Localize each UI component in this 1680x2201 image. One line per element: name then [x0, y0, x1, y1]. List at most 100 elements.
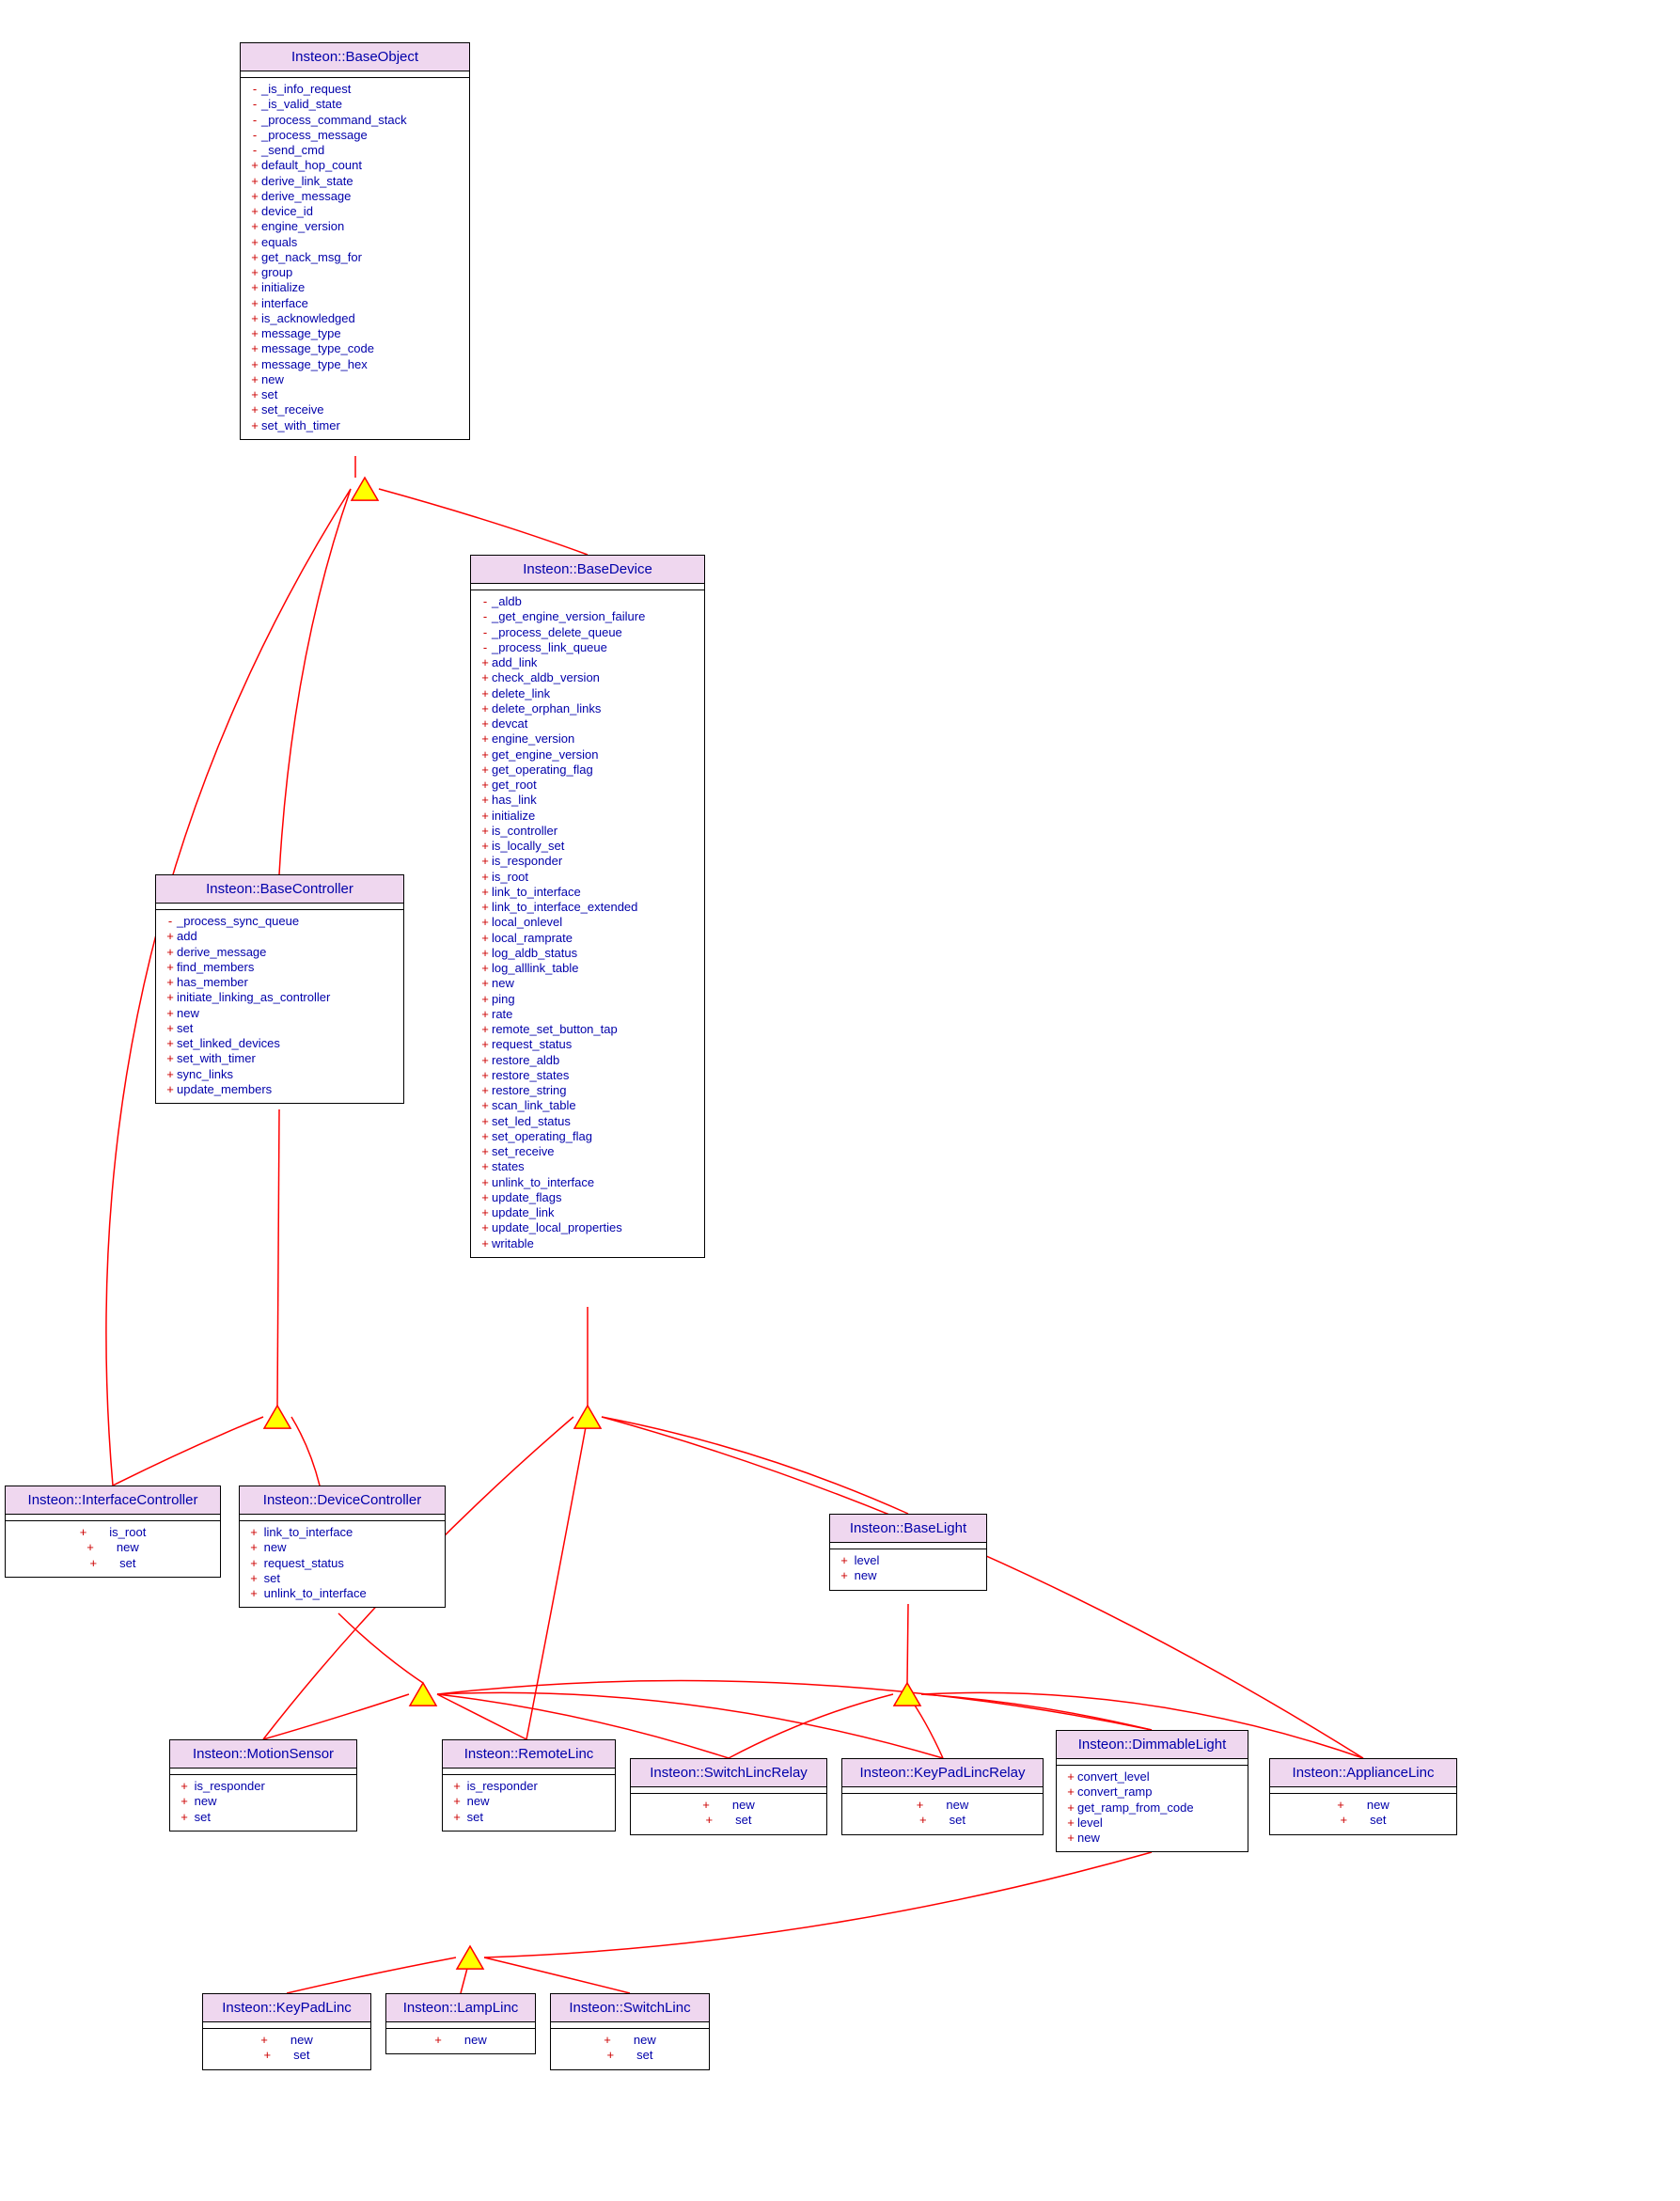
visibility-icon: - [248, 97, 261, 112]
member-name: new [732, 1798, 755, 1812]
class-separator [1270, 1787, 1456, 1794]
member-name: derive_message [261, 189, 351, 203]
member-name: new [1077, 1831, 1100, 1845]
visibility-icon: + [434, 2033, 442, 2048]
visibility-icon: + [479, 1129, 492, 1144]
member-name: is_root [492, 870, 528, 884]
member-line: -_process_sync_queue [158, 914, 401, 929]
visibility-icon: + [838, 1568, 851, 1583]
member-name: set [119, 1556, 135, 1570]
member-name: derive_message [177, 945, 266, 959]
class-title: Insteon::KeyPadLinc [203, 1994, 370, 2022]
member-name: is_controller [492, 824, 557, 838]
member-line: +get_ramp_from_code [1059, 1800, 1246, 1816]
visibility-icon: + [479, 915, 492, 930]
inheritance-edge [287, 1957, 456, 1993]
class-title: Insteon::SwitchLinc [551, 1994, 709, 2022]
member-name: has_member [177, 975, 248, 989]
class-remotelinc: Insteon::RemoteLinc+ is_responder+ new+ … [442, 1739, 616, 1832]
visibility-icon: + [178, 1794, 191, 1809]
member-name: group [261, 265, 292, 279]
member-name: delete_orphan_links [492, 701, 601, 715]
visibility-icon: + [164, 929, 177, 944]
member-line: +set_receive [473, 1144, 702, 1159]
class-devicecontroller: Insteon::DeviceController+ link_to_inter… [239, 1486, 446, 1608]
visibility-icon: + [479, 670, 492, 685]
class-members: +convert_level+convert_ramp+get_ramp_fro… [1057, 1766, 1248, 1851]
generalization-icon [457, 1946, 483, 1969]
member-name: message_type_code [261, 341, 374, 355]
member-name: new [261, 372, 284, 386]
member-name: _process_sync_queue [177, 914, 299, 928]
member-line: + new [832, 1568, 984, 1583]
class-title: Insteon::LampLinc [386, 1994, 535, 2022]
member-line: +ping [473, 992, 702, 1007]
class-separator [203, 2022, 370, 2029]
visibility-icon: + [248, 387, 261, 402]
visibility-icon: - [248, 128, 261, 143]
visibility-icon: + [248, 296, 261, 311]
member-name: set_receive [492, 1144, 554, 1158]
visibility-icon: + [479, 778, 492, 793]
visibility-icon: + [479, 701, 492, 716]
member-line: +restore_aldb [473, 1053, 702, 1068]
member-line: + is_responder [445, 1779, 613, 1794]
member-name: new [1367, 1798, 1390, 1812]
member-line: -_is_valid_state [243, 97, 467, 112]
member-line: +log_alllink_table [473, 961, 702, 976]
visibility-icon: + [479, 961, 492, 976]
member-line: +add [158, 929, 401, 944]
class-members: +new+set [551, 2029, 709, 2069]
member-name: set [950, 1813, 966, 1827]
member-name: new [191, 1794, 216, 1808]
member-name: level [851, 1553, 879, 1567]
visibility-icon: + [264, 2048, 272, 2063]
member-name: local_ramprate [492, 931, 573, 945]
member-line: + set [445, 1810, 613, 1825]
class-separator [842, 1787, 1043, 1794]
member-line: +update_local_properties [473, 1220, 702, 1235]
inheritance-edge [921, 1694, 1152, 1730]
member-line: -_get_engine_version_failure [473, 609, 702, 624]
member-name: request_status [492, 1037, 572, 1051]
member-name: default_hop_count [261, 158, 362, 172]
member-line: +device_id [243, 204, 467, 219]
visibility-icon: + [248, 280, 261, 295]
member-line: +message_type_code [243, 341, 467, 356]
member-line: +new [473, 976, 702, 991]
member-name: initiate_linking_as_controller [177, 990, 330, 1004]
member-line: -_aldb [473, 594, 702, 609]
visibility-icon: + [248, 402, 261, 417]
class-members: +new+set [1270, 1794, 1456, 1834]
visibility-icon: + [248, 341, 261, 356]
member-name: is_acknowledged [261, 311, 355, 325]
member-line: +check_aldb_version [473, 670, 702, 685]
visibility-icon: + [479, 870, 492, 885]
member-name: engine_version [261, 219, 344, 233]
visibility-icon: + [247, 1540, 260, 1555]
member-name: set_linked_devices [177, 1036, 280, 1050]
member-line: +set_linked_devices [158, 1036, 401, 1051]
inheritance-edge [729, 1694, 893, 1758]
member-line: + link_to_interface [242, 1525, 443, 1540]
member-name: message_type_hex [261, 357, 368, 371]
member-line: +convert_level [1059, 1769, 1246, 1784]
class-title: Insteon::MotionSensor [170, 1740, 356, 1769]
class-members: +new [386, 2029, 535, 2053]
visibility-icon: + [479, 731, 492, 747]
member-line: +devcat [473, 716, 702, 731]
generalization-icon [410, 1683, 436, 1706]
member-line: +find_members [158, 960, 401, 975]
member-name: level [1077, 1816, 1103, 1830]
visibility-icon: + [90, 1556, 98, 1571]
visibility-icon: + [479, 1159, 492, 1174]
visibility-icon: + [450, 1794, 463, 1809]
visibility-icon: + [1064, 1816, 1077, 1831]
class-members: + is_responder+ new+ set [170, 1775, 356, 1831]
visibility-icon: + [248, 189, 261, 204]
visibility-icon: + [479, 1175, 492, 1190]
member-line: +set_with_timer [158, 1051, 401, 1066]
inheritance-edge [907, 1604, 908, 1683]
visibility-icon: + [479, 809, 492, 824]
member-name: rate [492, 1007, 512, 1021]
